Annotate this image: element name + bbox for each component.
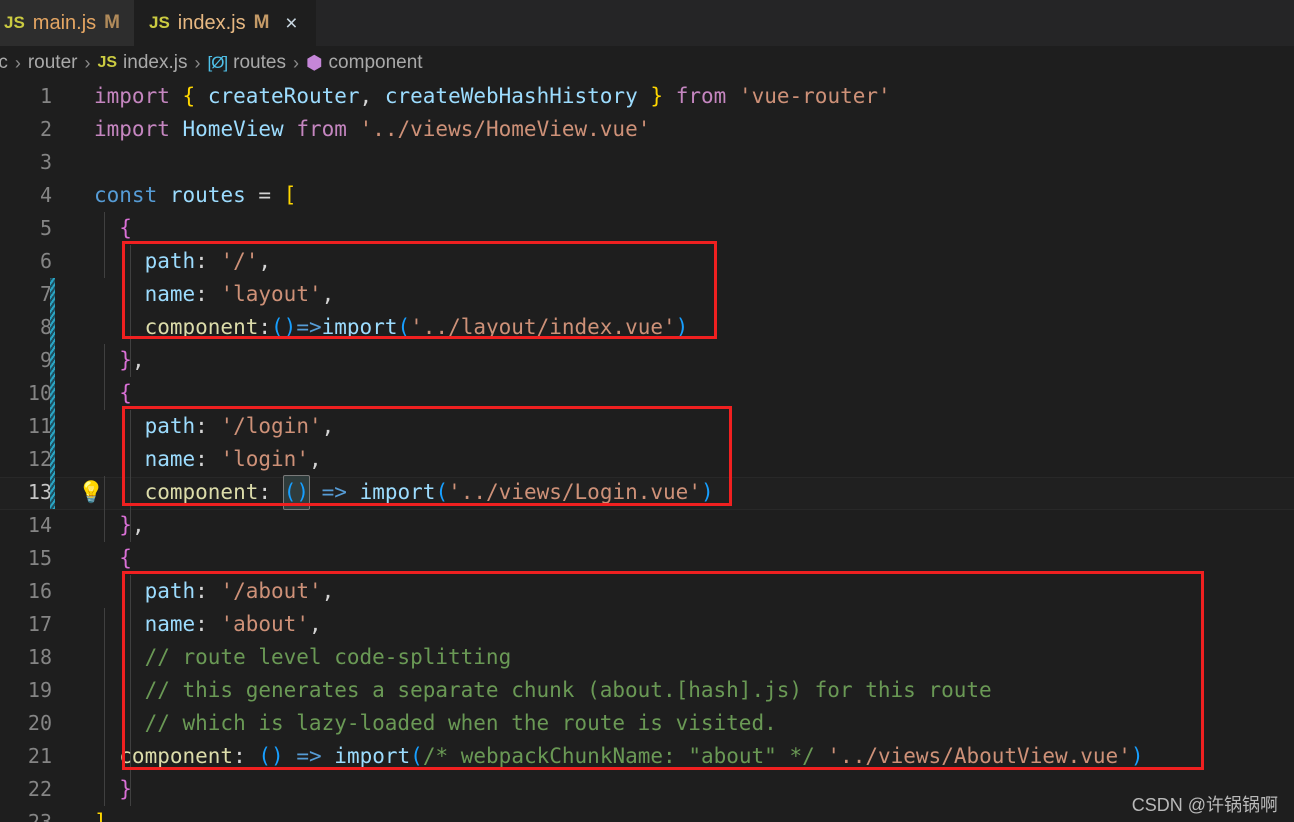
chevron-right-icon: › [194,52,201,73]
code-line-6[interactable]: path: '/', [94,245,1294,278]
line-number: 11 [27,414,52,438]
line-number: 3 [39,150,52,174]
code-line-3[interactable] [94,146,1294,179]
line-number-gutter: 1 2 3 4 5 6 7 8 9 10 11 12 13 14 15 16 1… [0,80,104,822]
cube-icon: ⬢ [305,52,323,74]
breadcrumb: rc › router › JS index.js › [Ø] routes ›… [0,46,1294,80]
line-number: 4 [39,183,52,207]
line-number: 21 [27,744,52,768]
tab-main-js[interactable]: JS main.js M [0,0,135,46]
selected-token[interactable]: () [282,475,310,510]
chevron-right-icon: › [14,52,21,73]
code-line-16[interactable]: path: '/about', [94,575,1294,608]
breadcrumb-label: router [27,52,78,73]
code-content[interactable]: import { createRouter, createWebHashHist… [94,80,1294,822]
line-number: 1 [39,84,52,108]
breadcrumb-label: rc [0,52,8,73]
code-line-1[interactable]: import { createRouter, createWebHashHist… [94,80,1294,113]
tab-modified-flag: M [253,12,270,33]
tab-index-js[interactable]: JS index.js M × [134,0,317,46]
breadcrumb-label: index.js [123,52,188,73]
line-number: 17 [27,612,52,636]
code-line-4[interactable]: const routes = [ [94,179,1294,212]
code-line-7[interactable]: name: 'layout', [94,278,1294,311]
code-line-13[interactable]: component: () => import('../views/Login.… [94,475,1294,510]
code-line-20[interactable]: // which is lazy-loaded when the route i… [94,707,1294,740]
tab-label: main.js [32,11,97,34]
code-line-21[interactable]: component: () => import(/* webpackChunkN… [94,740,1294,773]
watermark: CSDN @许锅锅啊 [1131,795,1278,815]
breadcrumb-item-routes[interactable]: [Ø] routes [207,52,285,74]
editor-tab-bar: JS main.js M JS index.js M × [0,0,1294,46]
tab-bar-empty-space [316,0,1294,46]
breadcrumb-item-index-js[interactable]: JS index.js [97,52,187,74]
line-number: 16 [27,579,52,603]
line-number: 7 [39,282,52,306]
chevron-right-icon: › [292,52,299,73]
js-icon: JS [97,54,118,71]
tab-modified-flag: M [104,12,120,33]
line-number: 14 [27,513,52,537]
breadcrumb-label: routes [233,52,286,73]
line-number: 19 [27,678,52,702]
code-line-8[interactable]: component:()=>import('../layout/index.vu… [94,311,1294,344]
code-line-19[interactable]: // this generates a separate chunk (abou… [94,674,1294,707]
code-editor[interactable]: 1 2 3 4 5 6 7 8 9 10 11 12 13 14 15 16 1… [0,80,1294,822]
breadcrumb-label: component [328,52,423,73]
code-line-22[interactable]: } [94,773,1294,806]
git-modified-marker [50,278,55,509]
code-line-17[interactable]: name: 'about', [94,608,1294,641]
js-icon: JS [148,13,170,32]
code-line-23[interactable]: ] [94,806,1294,822]
close-icon[interactable]: × [281,13,301,34]
line-number: 2 [39,117,52,141]
code-line-12[interactable]: name: 'login', [94,443,1294,476]
line-number: 23 [27,810,52,822]
line-number: 6 [39,249,52,273]
code-line-10[interactable]: { [94,377,1294,410]
code-line-2[interactable]: import HomeView from '../views/HomeView.… [94,113,1294,146]
code-line-11[interactable]: path: '/login', [94,410,1294,443]
breadcrumb-item-src[interactable]: rc [0,52,8,74]
line-number: 18 [27,645,52,669]
line-number: 22 [27,777,52,801]
breadcrumb-item-component[interactable]: ⬢ component [306,52,423,75]
line-number: 10 [27,381,52,405]
array-icon: [Ø] [207,53,228,72]
line-number: 15 [27,546,52,570]
line-number: 9 [39,348,52,372]
line-number: 12 [27,447,52,471]
line-number: 20 [27,711,52,735]
code-line-18[interactable]: // route level code-splitting [94,641,1294,674]
code-line-15[interactable]: { [94,542,1294,575]
js-icon: JS [4,13,25,32]
line-number: 5 [39,216,52,240]
line-number: 8 [39,315,52,339]
chevron-right-icon: › [84,52,91,73]
line-number-current: 13 [27,480,52,504]
code-line-14[interactable]: }, [94,509,1294,542]
tab-label: index.js [177,11,246,34]
code-line-5[interactable]: { [94,212,1294,245]
code-line-9[interactable]: }, [94,344,1294,377]
breadcrumb-item-router[interactable]: router [28,52,78,74]
